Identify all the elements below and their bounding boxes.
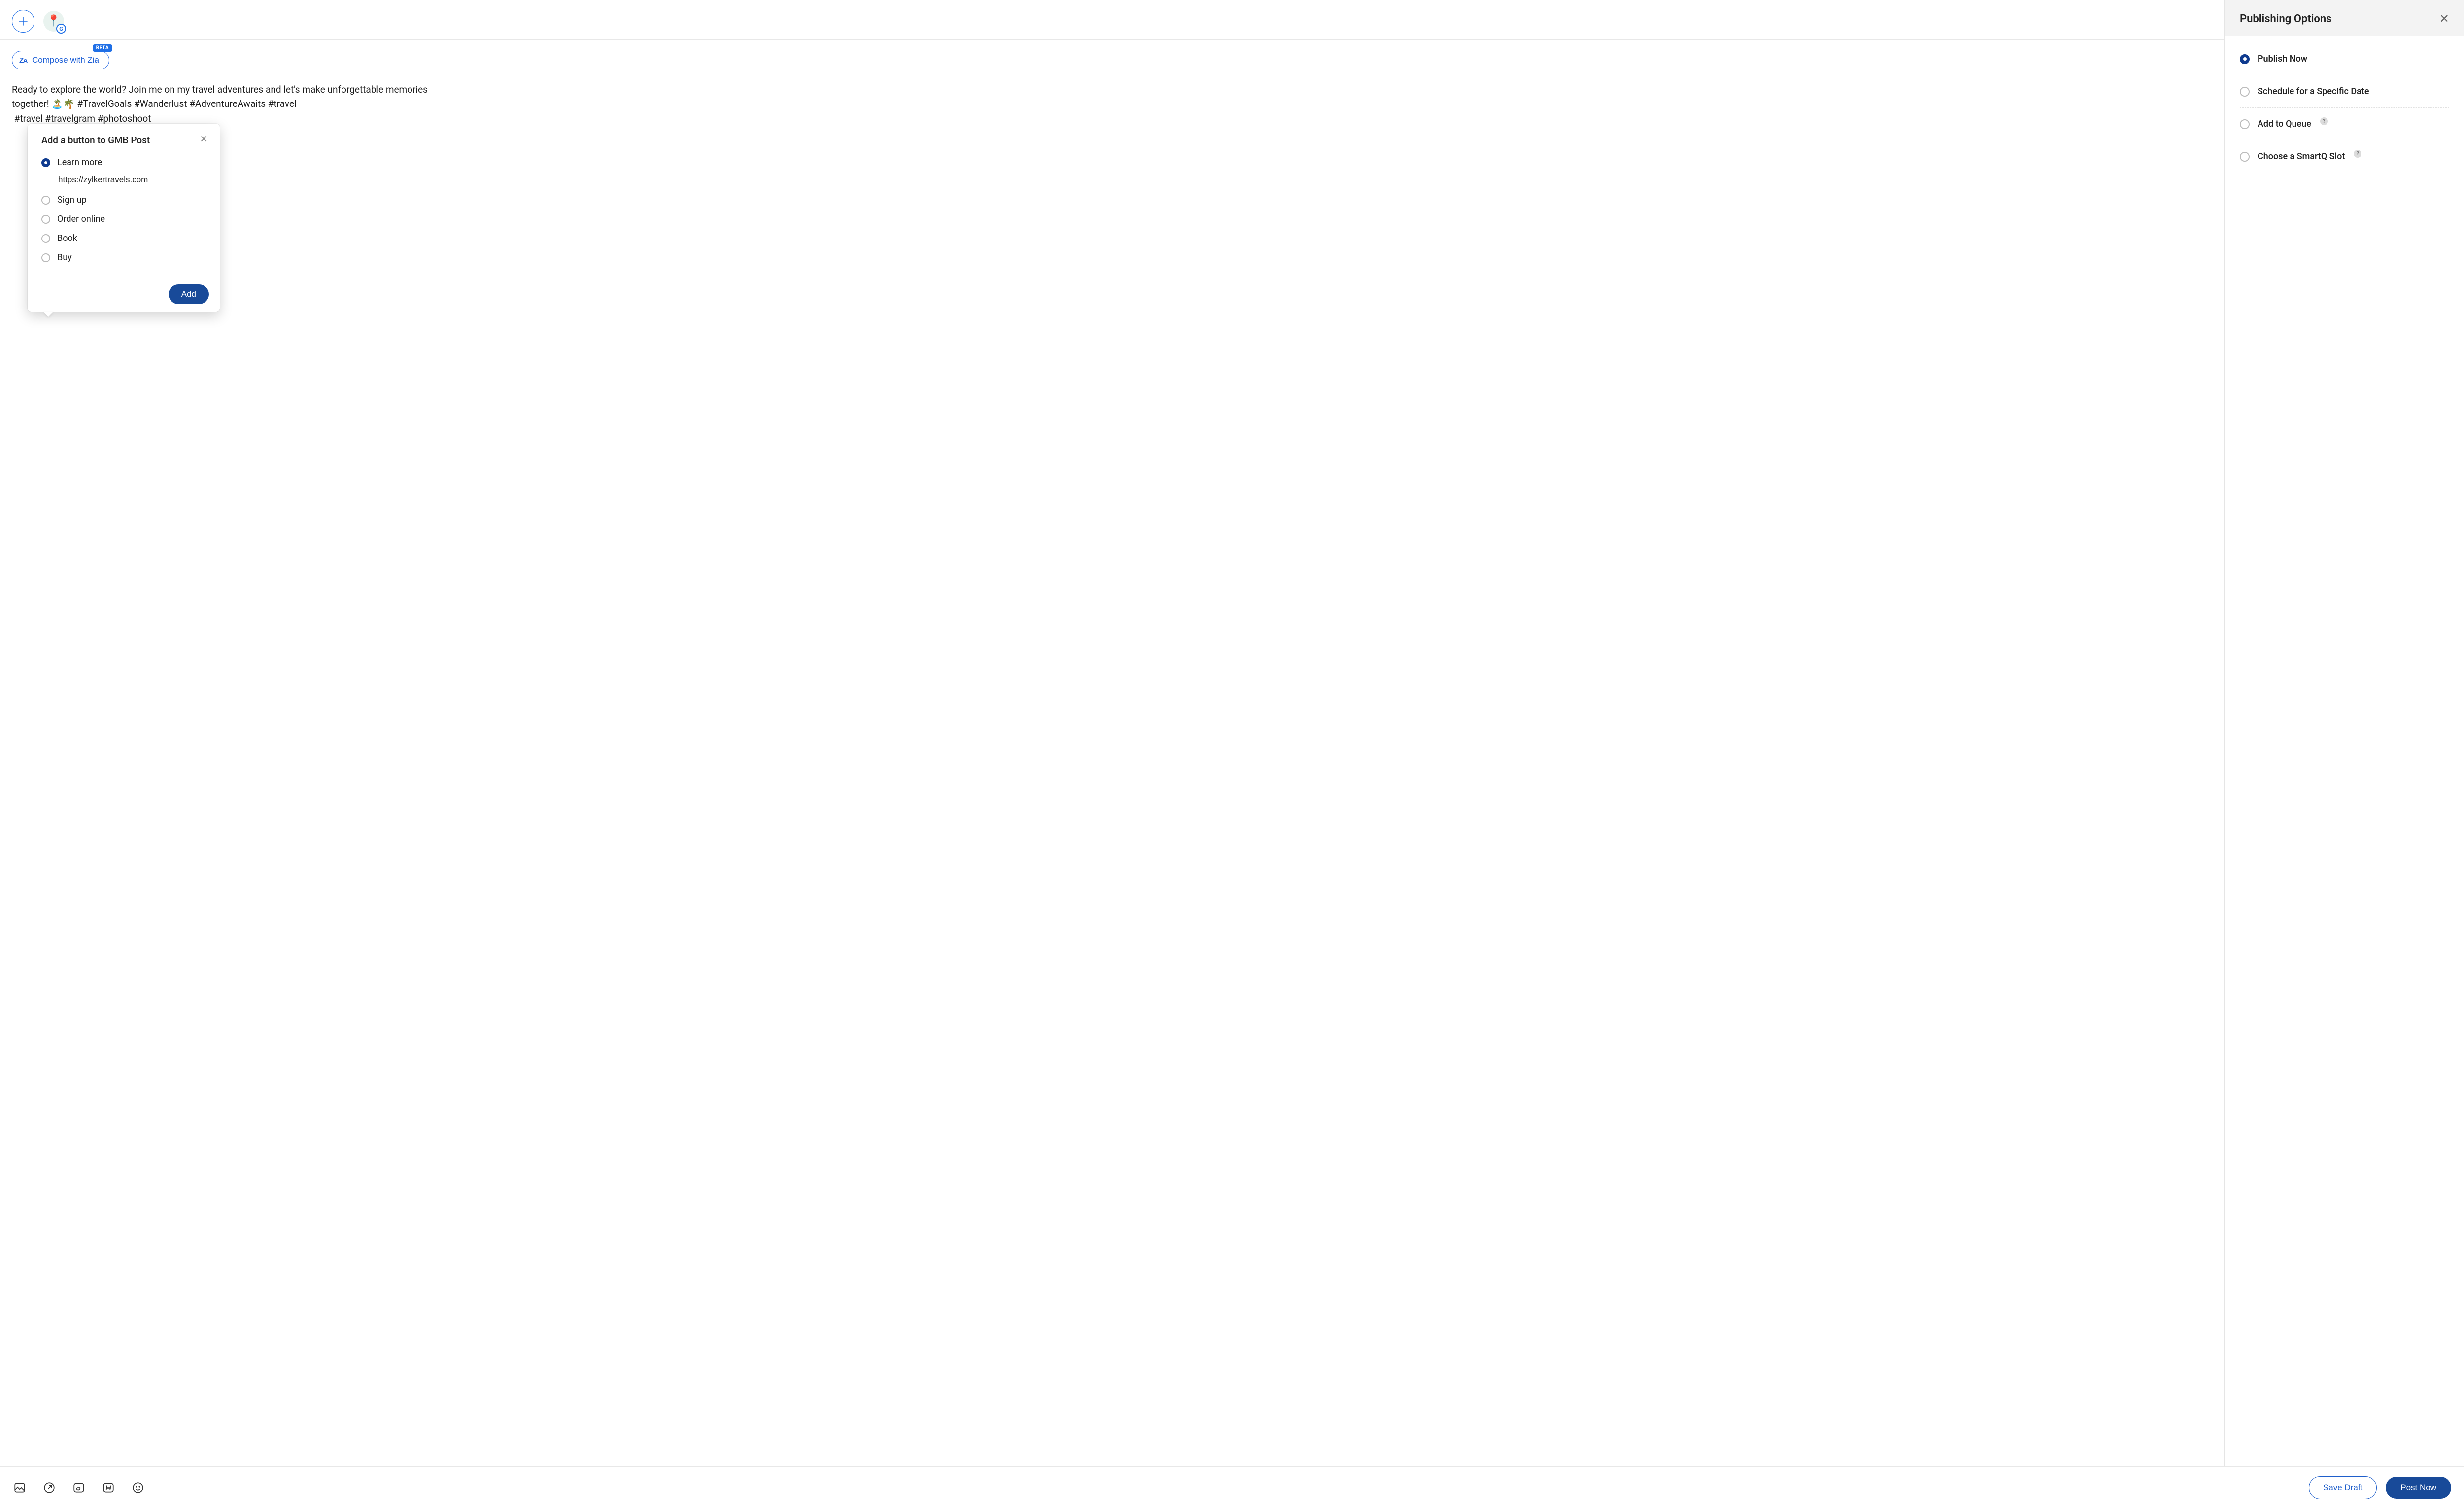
gmb-option-label: Book: [57, 233, 77, 243]
save-draft-button[interactable]: Save Draft: [2309, 1476, 2377, 1499]
close-icon: ✕: [2439, 12, 2449, 26]
beta-badge: BETA: [93, 44, 113, 52]
image-icon[interactable]: [13, 1481, 27, 1495]
compose-with-zia-button[interactable]: Zᴀ Compose with Zia: [12, 51, 109, 69]
gmb-option-label: Learn more: [57, 157, 102, 168]
radio-icon: [41, 234, 50, 243]
gmb-url-input[interactable]: [57, 173, 206, 188]
radio-icon: [41, 253, 50, 262]
post-text[interactable]: Ready to explore the world? Join me on m…: [12, 82, 455, 126]
publish-option-add-to-queue[interactable]: Add to Queue ?: [2240, 108, 2449, 140]
popover-close-button[interactable]: ✕: [199, 135, 209, 144]
link-arrow-icon[interactable]: [42, 1481, 56, 1495]
gmb-option-label: Order online: [57, 214, 105, 224]
popover-add-button[interactable]: Add: [169, 284, 209, 304]
radio-icon: [41, 158, 50, 167]
post-now-button[interactable]: Post Now: [2386, 1477, 2451, 1499]
account-chip-gmb[interactable]: 📍 G: [43, 11, 64, 32]
gmb-option-book[interactable]: Book: [41, 229, 206, 248]
help-icon[interactable]: ?: [2320, 117, 2328, 125]
radio-icon: [41, 196, 50, 205]
zia-icon: Zᴀ: [19, 56, 27, 65]
plus-icon: [19, 17, 28, 26]
publish-option-label: Publish Now: [2258, 54, 2307, 64]
accounts-row: 📍 G: [0, 0, 2224, 40]
add-account-button[interactable]: [12, 10, 34, 33]
compose-with-zia-label: Compose with Zia: [32, 55, 99, 65]
emoji-icon[interactable]: [131, 1481, 145, 1495]
gmb-option-learn-more[interactable]: Learn more: [41, 153, 206, 172]
radio-icon: [2240, 119, 2250, 129]
google-badge-icon: G: [56, 24, 66, 34]
popover-title: Add a button to GMB Post: [41, 135, 150, 146]
publish-option-schedule[interactable]: Schedule for a Specific Date: [2240, 75, 2449, 108]
gmb-option-label: Buy: [57, 252, 72, 263]
gmb-option-buy[interactable]: Buy: [41, 248, 206, 267]
compose-area: Zᴀ Compose with Zia BETA Ready to explor…: [0, 40, 2224, 1509]
publishing-options-title: Publishing Options: [2240, 13, 2331, 25]
radio-icon: [2240, 152, 2250, 162]
gmb-icon[interactable]: [72, 1481, 86, 1495]
help-icon[interactable]: ?: [2354, 150, 2361, 158]
publishing-options-panel: Publishing Options ✕ Publish Now Schedul…: [2225, 0, 2464, 1509]
close-icon: ✕: [200, 134, 208, 145]
gmb-option-order-online[interactable]: Order online: [41, 209, 206, 229]
radio-icon: [41, 215, 50, 224]
publish-option-label: Choose a SmartQ Slot: [2258, 151, 2345, 162]
publish-option-label: Add to Queue: [2258, 119, 2311, 129]
publish-option-publish-now[interactable]: Publish Now: [2240, 43, 2449, 75]
hashtag-icon[interactable]: [102, 1481, 115, 1495]
publish-option-label: Schedule for a Specific Date: [2258, 86, 2369, 97]
publishing-options-close-button[interactable]: ✕: [2439, 13, 2449, 25]
gmb-button-popover: Add a button to GMB Post ✕ Learn more Si…: [28, 124, 220, 312]
radio-icon: [2240, 54, 2250, 64]
radio-icon: [2240, 87, 2250, 97]
gmb-option-sign-up[interactable]: Sign up: [41, 190, 206, 209]
publish-option-smartq[interactable]: Choose a SmartQ Slot ?: [2240, 140, 2449, 172]
gmb-option-label: Sign up: [57, 195, 87, 205]
bottom-bar: Save Draft Post Now: [0, 1466, 2464, 1509]
